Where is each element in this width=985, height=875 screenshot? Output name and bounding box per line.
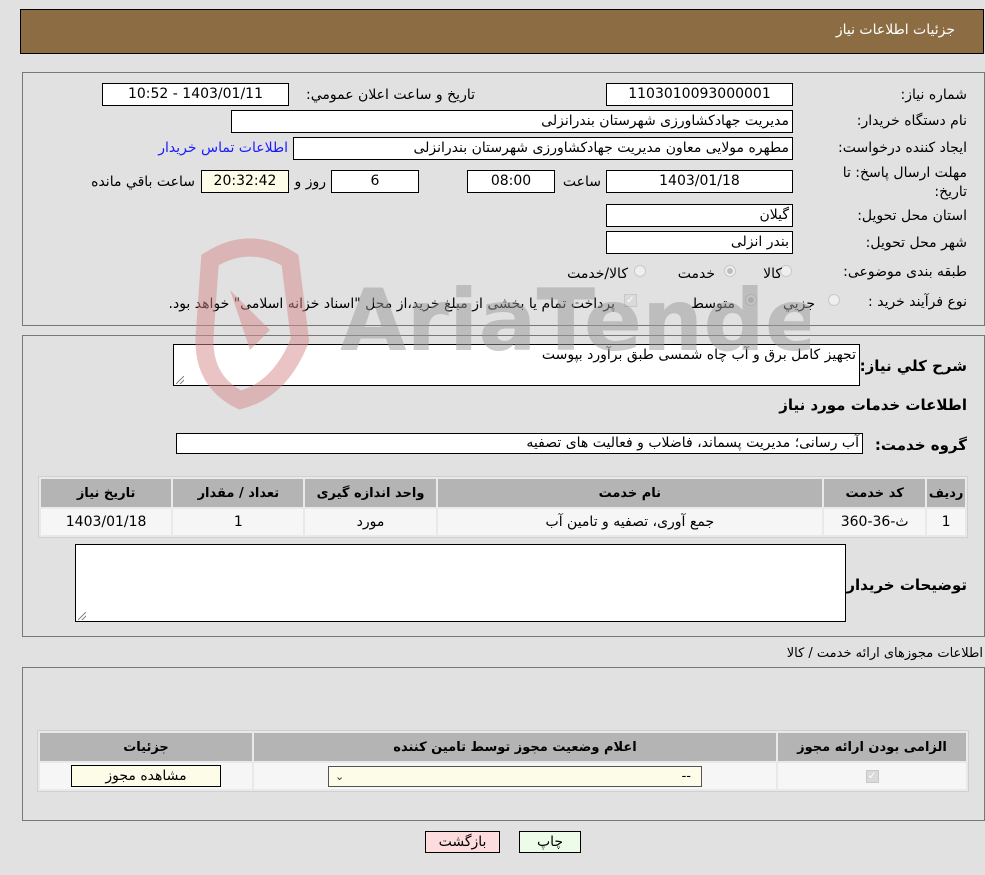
col-service-code: کد خدمت bbox=[824, 479, 926, 507]
cell-quantity: 1 bbox=[173, 509, 304, 535]
cell-permit-required: ✓ bbox=[778, 763, 966, 789]
purchase-process-label: نوع فرآیند خرید : bbox=[868, 294, 967, 310]
days-remaining-field: 6 bbox=[331, 170, 419, 193]
col-row-number: ردیف bbox=[927, 479, 965, 507]
col-permit-status: اعلام وضعیت مجوز توسط تامین کننده bbox=[254, 733, 776, 761]
chevron-down-icon: ⌄ bbox=[335, 769, 345, 783]
view-permit-button[interactable]: مشاهده مجوز bbox=[71, 765, 221, 787]
deadline-time-label: ساعت bbox=[562, 174, 601, 190]
description-textarea[interactable]: تجهیز کامل برق و آب چاه شمسی طبق برآورد … bbox=[173, 344, 860, 386]
announce-datetime-label: تاریخ و ساعت اعلان عمومي: bbox=[306, 87, 475, 103]
cell-unit: مورد bbox=[305, 509, 436, 535]
buyer-org-field: مدیریت جهادکشاورزی شهرستان بندرانزلی bbox=[231, 110, 793, 133]
category-radio-service[interactable] bbox=[724, 265, 736, 277]
resize-grip-icon[interactable] bbox=[176, 376, 184, 384]
col-quantity: تعداد / مقدار bbox=[173, 479, 304, 507]
category-option-goods: کالا bbox=[763, 266, 782, 282]
treasury-note: پرداخت تمام یا بخشی از مبلغ خرید،از محل … bbox=[168, 296, 615, 312]
process-option-medium: متوسط bbox=[691, 296, 735, 312]
col-need-date: تاریخ نیاز bbox=[41, 479, 172, 507]
cell-service-code: ث-36-360 bbox=[824, 509, 926, 535]
services-table-header: ردیف کد خدمت نام خدمت واحد اندازه گیری ت… bbox=[41, 479, 965, 507]
process-radio-minor[interactable] bbox=[828, 294, 840, 306]
category-option-service: خدمت bbox=[677, 266, 715, 282]
city-field: بندر انزلی bbox=[606, 231, 793, 254]
deadline-label: مهلت ارسال پاسخ: تا تاریخ: bbox=[842, 165, 967, 200]
description-text: تجهیز کامل برق و آب چاه شمسی طبق برآورد … bbox=[541, 347, 856, 363]
province-label: استان محل تحویل: bbox=[857, 208, 967, 224]
resize-grip-icon[interactable] bbox=[78, 612, 86, 620]
treasury-checkbox[interactable]: ✓ bbox=[624, 294, 637, 307]
col-permit-details: جزئیات bbox=[40, 733, 252, 761]
services-table: ردیف کد خدمت نام خدمت واحد اندازه گیری ت… bbox=[38, 476, 968, 538]
page-header: جزئیات اطلاعات نیاز bbox=[20, 9, 984, 54]
cell-permit-status: -- ⌄ bbox=[254, 763, 776, 789]
service-group-label: گروه خدمت: bbox=[874, 436, 967, 454]
permit-status-select[interactable]: -- ⌄ bbox=[328, 765, 702, 787]
cell-permit-details: مشاهده مجوز bbox=[40, 763, 252, 789]
table-row: ✓ -- ⌄ مشاهده مجوز bbox=[40, 763, 966, 789]
print-button[interactable]: چاپ bbox=[519, 831, 581, 853]
cell-service-name: جمع آوری، تصفیه و تامین آب bbox=[437, 509, 823, 535]
deadline-date-field: 1403/01/18 bbox=[606, 170, 793, 193]
cell-row-number: 1 bbox=[927, 509, 965, 535]
category-label: طبقه بندی موضوعی: bbox=[843, 264, 967, 280]
buyer-org-label: نام دستگاه خریدار: bbox=[856, 113, 967, 129]
buyer-notes-textarea[interactable] bbox=[75, 544, 846, 622]
requester-label: ایجاد کننده درخواست: bbox=[838, 140, 967, 156]
days-label: روز و bbox=[294, 174, 327, 190]
description-label: شرح کلي نیاز: bbox=[859, 357, 967, 375]
col-permit-required: الزامی بودن ارائه مجوز bbox=[778, 733, 966, 761]
need-number-label: شماره نیاز: bbox=[900, 87, 968, 103]
permits-section-title: اطلاعات مجوزهای ارائه خدمت / کالا bbox=[786, 646, 983, 661]
category-radio-goods-service[interactable] bbox=[634, 265, 646, 277]
permit-required-checkbox[interactable]: ✓ bbox=[865, 769, 879, 783]
need-number-field: 1103010093000001 bbox=[606, 83, 793, 106]
time-remaining-field: 20:32:42 bbox=[201, 170, 289, 193]
table-row: 1 ث-36-360 جمع آوری، تصفیه و تامین آب مو… bbox=[41, 509, 965, 535]
permits-table-header: الزامی بودن ارائه مجوز اعلام وضعیت مجوز … bbox=[40, 733, 966, 761]
category-option-goods-service: کالا/خدمت bbox=[567, 266, 628, 282]
announce-datetime-field: 1403/01/11 - 10:52 bbox=[102, 83, 289, 106]
page-title: جزئیات اطلاعات نیاز bbox=[835, 22, 955, 38]
buyer-notes-label: توضیحات خریدار: bbox=[840, 576, 967, 594]
col-service-name: نام خدمت bbox=[437, 479, 823, 507]
cell-need-date: 1403/01/18 bbox=[41, 509, 172, 535]
buyer-contact-link[interactable]: اطلاعات تماس خریدار bbox=[158, 140, 288, 156]
city-label: شهر محل تحویل: bbox=[865, 235, 967, 251]
province-field: گیلان bbox=[606, 204, 793, 227]
deadline-time-field: 08:00 bbox=[467, 170, 555, 193]
process-radio-medium[interactable] bbox=[745, 294, 757, 306]
col-unit: واحد اندازه گیری bbox=[305, 479, 436, 507]
permit-status-value: -- bbox=[681, 768, 691, 784]
process-option-minor: جزيي bbox=[783, 296, 815, 312]
requester-field: مطهره مولایی معاون مدیریت جهادکشاورزی شه… bbox=[293, 137, 793, 160]
services-section-title: اطلاعات خدمات مورد نیاز bbox=[779, 396, 967, 414]
back-button[interactable]: بازگشت bbox=[425, 831, 500, 853]
permits-table: الزامی بودن ارائه مجوز اعلام وضعیت مجوز … bbox=[37, 730, 969, 792]
time-remaining-label: ساعت باقي مانده bbox=[91, 174, 195, 190]
service-group-field: آب رسانی؛ مدیریت پسماند، فاضلاب و فعالیت… bbox=[176, 433, 863, 454]
